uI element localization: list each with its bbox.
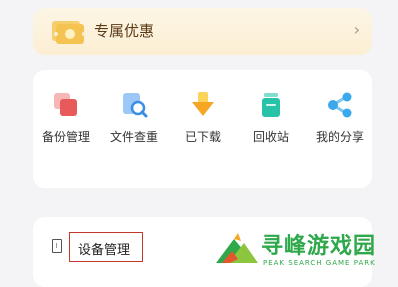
mountain-logo-icon xyxy=(216,233,258,263)
watermark-subtitle: PEAK SEARCH GAME PARK xyxy=(263,259,376,267)
share-icon xyxy=(328,92,352,118)
device-management-label: 设备管理 xyxy=(78,243,131,258)
tool-label: 回收站 xyxy=(252,130,289,144)
tool-recycle-bin[interactable]: 回收站 xyxy=(240,90,302,145)
tool-backup[interactable]: 备份管理 xyxy=(35,90,97,145)
tool-label: 备份管理 xyxy=(41,130,90,144)
watermark-title: 寻峰游戏园 xyxy=(261,234,377,259)
tool-label: 文件查重 xyxy=(109,130,158,144)
tool-my-shares[interactable]: 我的分享 xyxy=(309,90,371,145)
tool-downloaded[interactable]: 已下载 xyxy=(172,90,234,145)
tool-label: 我的分享 xyxy=(315,130,364,144)
recycle-bin-icon xyxy=(262,93,280,117)
exclusive-offers-label: 专属优惠 xyxy=(94,22,155,40)
watermark: 寻峰游戏园 PEAK SEARCH GAME PARK xyxy=(214,225,398,273)
chevron-right-icon: › xyxy=(353,20,360,39)
coupon-icon xyxy=(52,21,86,44)
tool-label: 已下载 xyxy=(184,130,221,144)
backup-icon xyxy=(54,93,77,116)
tool-duplicate-check[interactable]: 文件查重 xyxy=(103,90,165,145)
exclusive-offers-banner[interactable]: 专属优惠 › xyxy=(33,8,372,55)
download-icon xyxy=(192,92,214,116)
tools-card: 备份管理 文件查重 已下载 回收站 我的分享 xyxy=(33,70,372,188)
device-icon xyxy=(52,239,62,253)
duplicate-search-icon xyxy=(123,93,148,118)
